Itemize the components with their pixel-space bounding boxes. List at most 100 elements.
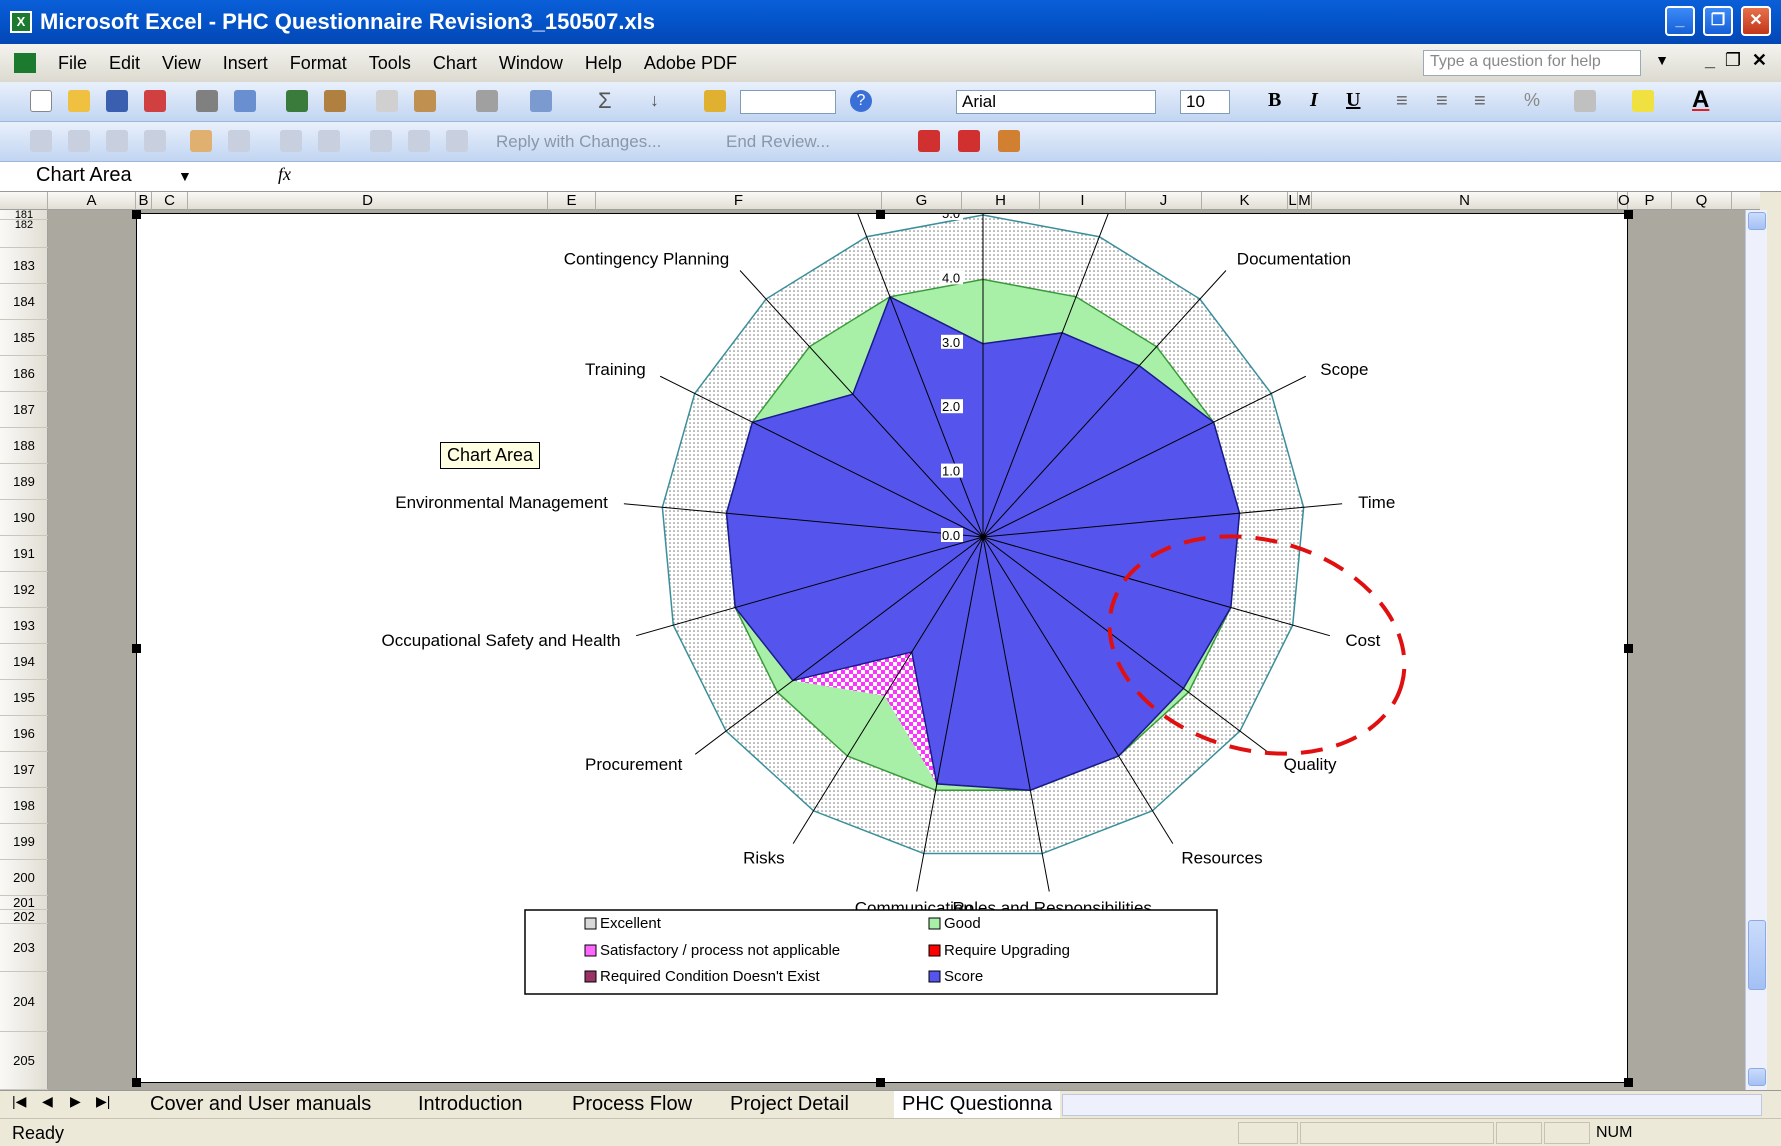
font-size-box[interactable]: 10 bbox=[1180, 90, 1230, 114]
row-header[interactable]: 197 bbox=[0, 752, 48, 788]
vertical-scrollbar[interactable] bbox=[1745, 210, 1767, 1090]
borders-icon[interactable] bbox=[1574, 90, 1596, 112]
menu-window[interactable]: Window bbox=[499, 53, 563, 74]
row-header[interactable]: 198 bbox=[0, 788, 48, 824]
sheet-tab[interactable]: Project Detail bbox=[722, 1091, 857, 1119]
underline-button[interactable]: U bbox=[1346, 89, 1360, 112]
review-icon-11[interactable] bbox=[446, 130, 468, 152]
column-header[interactable]: C bbox=[152, 192, 188, 210]
menu-tools[interactable]: Tools bbox=[369, 53, 411, 74]
help-icon[interactable]: ? bbox=[850, 90, 872, 112]
column-header[interactable]: D bbox=[188, 192, 548, 210]
chart-handle[interactable] bbox=[1624, 644, 1633, 653]
align-left-icon[interactable]: ≡ bbox=[1396, 90, 1408, 113]
print-preview-icon[interactable] bbox=[234, 90, 256, 112]
review-icon-10[interactable] bbox=[408, 130, 430, 152]
column-header[interactable]: P bbox=[1628, 192, 1672, 210]
chart-wizard-icon[interactable] bbox=[704, 90, 726, 112]
menu-chart[interactable]: Chart bbox=[433, 53, 477, 74]
worksheet-area[interactable]: 0.01.02.03.04.05.0 IntegrationGovernance… bbox=[48, 210, 1753, 1090]
chart-handle[interactable] bbox=[876, 1078, 885, 1087]
name-box-dropdown-icon[interactable]: ▼ bbox=[178, 168, 192, 184]
last-sheet-icon[interactable]: ▶| bbox=[96, 1093, 110, 1110]
reply-with-changes-button[interactable]: Reply with Changes... bbox=[496, 132, 661, 152]
pdf-icon-1[interactable] bbox=[918, 130, 940, 152]
close-button[interactable]: ✕ bbox=[1741, 6, 1771, 36]
row-header[interactable]: 199 bbox=[0, 824, 48, 860]
column-header[interactable]: K bbox=[1202, 192, 1288, 210]
workbook-icon[interactable] bbox=[14, 53, 36, 73]
sheet-tab[interactable]: Introduction bbox=[410, 1091, 531, 1119]
row-header[interactable]: 183 bbox=[0, 248, 48, 284]
radar-chart[interactable]: 0.01.02.03.04.05.0 IntegrationGovernance… bbox=[137, 210, 1629, 1084]
row-header[interactable]: 202 bbox=[0, 910, 48, 924]
doc-close-icon[interactable]: ✕ bbox=[1752, 50, 1767, 71]
scroll-down-button[interactable] bbox=[1748, 1068, 1766, 1086]
row-header[interactable]: 203 bbox=[0, 924, 48, 972]
percent-icon[interactable]: % bbox=[1524, 90, 1540, 111]
bold-button[interactable]: B bbox=[1268, 89, 1281, 112]
review-icon-8[interactable] bbox=[318, 130, 340, 152]
new-icon[interactable] bbox=[30, 90, 52, 112]
review-icon-3[interactable] bbox=[106, 130, 128, 152]
restore-button[interactable]: ❐ bbox=[1703, 6, 1733, 36]
permission-icon[interactable] bbox=[144, 90, 166, 112]
chart-handle[interactable] bbox=[1624, 1078, 1633, 1087]
minimize-button[interactable]: _ bbox=[1665, 6, 1695, 36]
sheet-tab-active[interactable]: PHC Questionna bbox=[894, 1091, 1061, 1119]
review-icon-5[interactable] bbox=[190, 130, 212, 152]
help-dropdown-icon[interactable]: ▼ bbox=[1655, 52, 1669, 68]
row-header[interactable]: 190 bbox=[0, 500, 48, 536]
menu-edit[interactable]: Edit bbox=[109, 53, 140, 74]
column-header[interactable]: M bbox=[1298, 192, 1312, 210]
review-icon-7[interactable] bbox=[280, 130, 302, 152]
print-icon[interactable] bbox=[196, 90, 218, 112]
row-header[interactable]: 196 bbox=[0, 716, 48, 752]
first-sheet-icon[interactable]: |◀ bbox=[12, 1093, 26, 1110]
fill-color-icon[interactable] bbox=[1632, 90, 1654, 112]
chart-handle[interactable] bbox=[1624, 210, 1633, 219]
fx-icon[interactable]: fx bbox=[278, 164, 291, 185]
chart-handle[interactable] bbox=[132, 210, 141, 219]
review-icon-1[interactable] bbox=[30, 130, 52, 152]
column-header[interactable]: O bbox=[1618, 192, 1630, 210]
next-sheet-icon[interactable]: ▶ bbox=[70, 1093, 81, 1110]
column-header[interactable]: L bbox=[1288, 192, 1298, 210]
row-header[interactable]: 188 bbox=[0, 428, 48, 464]
format-painter-icon[interactable] bbox=[476, 90, 498, 112]
row-header[interactable]: 192 bbox=[0, 572, 48, 608]
align-right-icon[interactable]: ≡ bbox=[1474, 90, 1486, 113]
row-header[interactable]: 187 bbox=[0, 392, 48, 428]
research-icon[interactable] bbox=[324, 90, 346, 112]
menu-insert[interactable]: Insert bbox=[223, 53, 268, 74]
row-header[interactable]: 189 bbox=[0, 464, 48, 500]
end-review-button[interactable]: End Review... bbox=[726, 132, 830, 152]
menu-adobe-pdf[interactable]: Adobe PDF bbox=[644, 53, 737, 74]
sheet-tab[interactable]: Cover and User manuals bbox=[142, 1091, 379, 1119]
chart-handle[interactable] bbox=[132, 644, 141, 653]
column-header[interactable]: A bbox=[48, 192, 136, 210]
row-header[interactable]: 193 bbox=[0, 608, 48, 644]
doc-minimize-icon[interactable]: _ bbox=[1705, 50, 1715, 71]
column-header[interactable]: B bbox=[136, 192, 152, 210]
row-header[interactable]: 205 bbox=[0, 1032, 48, 1090]
chart-handle[interactable] bbox=[876, 210, 885, 219]
pdf-icon-3[interactable] bbox=[998, 130, 1020, 152]
row-header[interactable]: 182 bbox=[0, 220, 48, 248]
chart-area[interactable]: 0.01.02.03.04.05.0 IntegrationGovernance… bbox=[136, 210, 1629, 1084]
name-box[interactable]: Chart Area bbox=[8, 164, 198, 190]
menu-format[interactable]: Format bbox=[290, 53, 347, 74]
sheet-tab[interactable]: Process Flow bbox=[564, 1091, 700, 1119]
select-all-corner[interactable] bbox=[0, 192, 48, 210]
align-center-icon[interactable]: ≡ bbox=[1436, 90, 1448, 113]
menu-view[interactable]: View bbox=[162, 53, 201, 74]
row-header[interactable]: 201 bbox=[0, 896, 48, 910]
review-icon-4[interactable] bbox=[144, 130, 166, 152]
undo-icon[interactable] bbox=[530, 90, 552, 112]
column-header[interactable]: Q bbox=[1672, 192, 1732, 210]
zoom-box[interactable] bbox=[740, 90, 836, 114]
row-header[interactable]: 195 bbox=[0, 680, 48, 716]
help-search-input[interactable]: Type a question for help bbox=[1423, 50, 1641, 76]
chart-handle[interactable] bbox=[132, 1078, 141, 1087]
doc-restore-icon[interactable]: ❐ bbox=[1725, 50, 1741, 71]
